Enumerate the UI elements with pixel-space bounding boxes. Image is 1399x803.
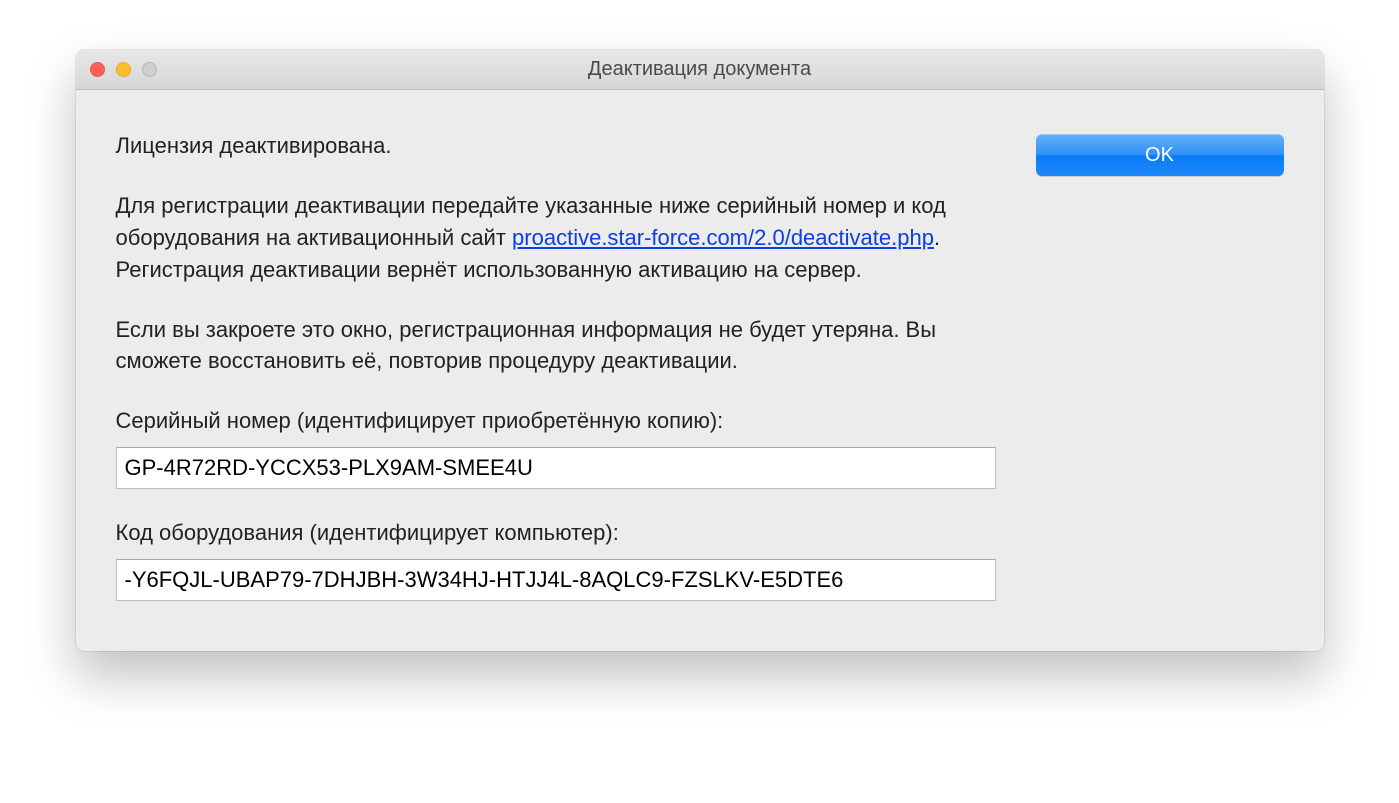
close-icon[interactable] (90, 62, 105, 77)
recovery-message: Если вы закроете это окно, регистрационн… (116, 314, 996, 378)
serial-input[interactable] (116, 447, 996, 489)
titlebar[interactable]: Деактивация документа (76, 50, 1324, 90)
window-title: Деактивация документа (76, 58, 1324, 81)
hardware-code-label: Код оборудования (идентифицирует компьют… (116, 517, 996, 549)
button-column: OK (1036, 130, 1284, 601)
deactivation-link[interactable]: proactive.star-force.com/2.0/deactivate.… (512, 225, 934, 250)
ok-button[interactable]: OK (1036, 134, 1284, 176)
minimize-icon[interactable] (116, 62, 131, 77)
instruction-message: Для регистрации деактивации передайте ук… (116, 190, 996, 286)
dialog-window: Деактивация документа Лицензия деактивир… (76, 50, 1324, 651)
serial-label: Серийный номер (идентифицирует приобретё… (116, 405, 996, 437)
status-message: Лицензия деактивирована. (116, 130, 996, 162)
traffic-lights (76, 62, 157, 77)
hardware-code-input[interactable] (116, 559, 996, 601)
maximize-icon (142, 62, 157, 77)
dialog-content: Лицензия деактивирована. Для регистрации… (76, 90, 1324, 651)
message-column: Лицензия деактивирована. Для регистрации… (116, 130, 996, 601)
